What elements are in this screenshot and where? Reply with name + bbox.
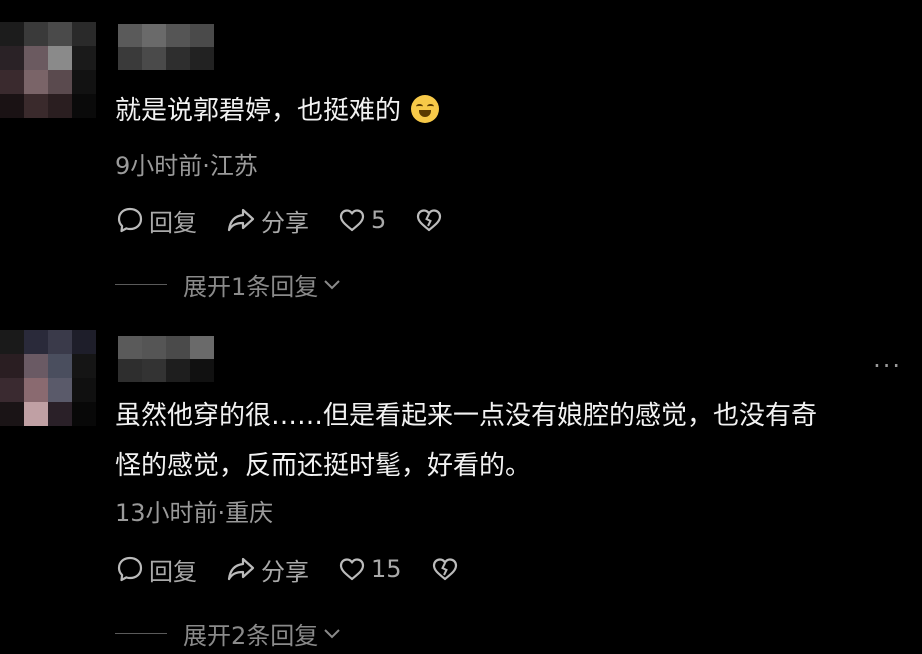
expand-replies-label: 展开2条回复 [183, 621, 319, 650]
reply-label: 回复 [149, 557, 197, 586]
expand-replies-button[interactable]: 展开2条回复 [115, 616, 342, 650]
avatar[interactable] [0, 330, 96, 426]
expand-replies-label: 展开1条回复 [183, 272, 319, 301]
heart-icon [339, 209, 365, 232]
comment-text: 就是说郭碧婷，也挺难的 [115, 86, 905, 136]
comment-text-line: 怪的感觉，反而还挺时髦，好看的。 [115, 451, 532, 481]
reply-label: 回复 [149, 208, 197, 237]
dislike-button[interactable] [430, 554, 460, 584]
comment-text-content: 就是说郭碧婷，也挺难的 [115, 96, 402, 126]
reply-button[interactable]: 回复 [115, 552, 197, 587]
reply-button[interactable]: 回复 [115, 203, 197, 238]
dislike-button[interactable] [414, 205, 444, 235]
comment-meta: 9小时前·江苏 [115, 152, 258, 180]
expand-replies-button[interactable]: 展开1条回复 [115, 267, 342, 301]
comment-text-line: 虽然他穿的很……但是看起来一点没有娘腔的感觉，也没有奇 [115, 401, 818, 431]
chevron-down-icon [324, 629, 340, 639]
share-button[interactable]: 分享 [225, 552, 309, 587]
share-arrow-icon [227, 208, 255, 232]
username-blurred[interactable] [118, 24, 214, 70]
share-arrow-icon [227, 557, 255, 581]
comment-actions: 回复 分享 5 [115, 203, 472, 237]
comment-bubble-icon [117, 556, 143, 582]
avatar[interactable] [0, 22, 96, 118]
username-blurred[interactable] [118, 336, 214, 382]
like-button[interactable]: 5 [337, 205, 386, 235]
broken-heart-icon [432, 558, 457, 581]
like-count: 15 [371, 555, 402, 583]
like-button[interactable]: 15 [337, 554, 402, 584]
comment-text: 虽然他穿的很……但是看起来一点没有娘腔的感觉，也没有奇 怪的感觉，反而还挺时髦，… [115, 391, 905, 491]
chevron-down-icon [324, 280, 340, 290]
share-button[interactable]: 分享 [225, 203, 309, 238]
more-options-icon[interactable]: ··· [873, 352, 902, 380]
comment-actions: 回复 分享 15 [115, 552, 488, 586]
broken-heart-icon [417, 209, 442, 232]
share-label: 分享 [261, 557, 309, 586]
heart-icon [339, 558, 365, 581]
comment-meta: 13小时前·重庆 [115, 499, 274, 527]
like-count: 5 [371, 206, 387, 234]
comment-bubble-icon [117, 207, 143, 233]
share-label: 分享 [261, 208, 309, 237]
divider-line [115, 632, 167, 634]
divider-line [115, 283, 167, 285]
grin-sweat-emoji-icon [411, 95, 440, 123]
